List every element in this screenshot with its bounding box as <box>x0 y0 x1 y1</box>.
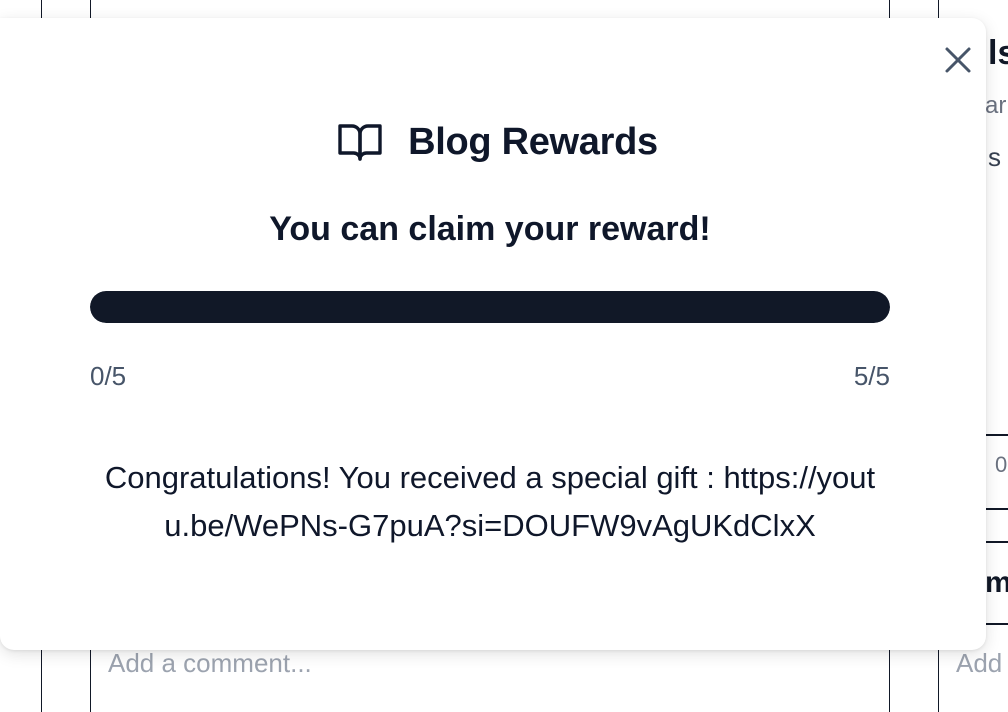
comment-input[interactable] <box>108 645 848 681</box>
rewards-modal: Blog Rewards You can claim your reward! … <box>0 18 986 650</box>
modal-title: Blog Rewards <box>408 120 658 163</box>
close-icon <box>945 47 971 73</box>
reward-progress-bar <box>90 291 890 323</box>
comment-input-right[interactable] <box>956 645 1008 681</box>
progress-min-label: 0/5 <box>90 361 127 391</box>
right-divider <box>986 508 1008 510</box>
progress-max-label: 5/5 <box>853 361 890 391</box>
book-open-icon <box>338 124 382 161</box>
reward-message: Congratulations! You received a special … <box>104 460 876 543</box>
close-button[interactable] <box>940 42 976 78</box>
right-card-count: 0 <box>995 452 1008 477</box>
right-divider <box>986 541 1008 543</box>
right-card-title: ls <box>988 34 1008 72</box>
right-card-subtitle: ar <box>985 92 1007 119</box>
right-divider <box>986 623 1008 625</box>
reward-progress-fill <box>90 291 890 323</box>
right-card-heading: m <box>985 566 1008 599</box>
page: ls ar s 0 m Blog Rewards You can claim y… <box>0 0 1008 712</box>
right-divider <box>986 434 1008 436</box>
claim-status: You can claim your reward! <box>269 210 711 248</box>
modal-header: Blog Rewards <box>0 118 990 166</box>
